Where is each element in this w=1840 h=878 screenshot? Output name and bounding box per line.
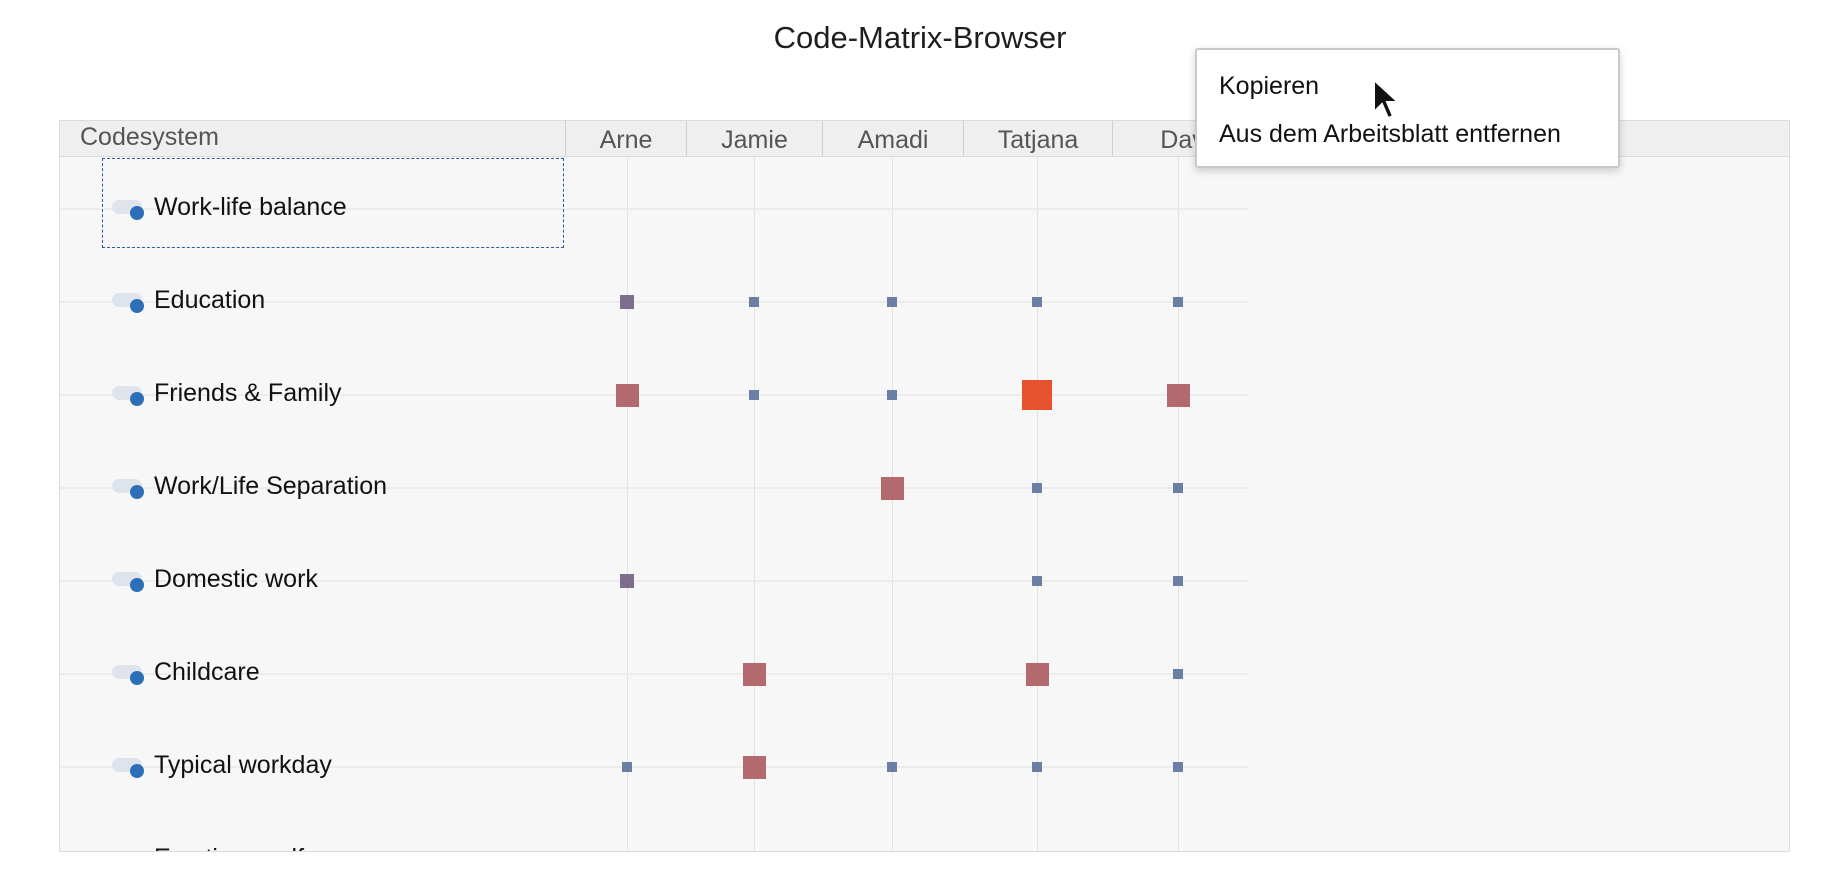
code-icon — [112, 382, 146, 408]
grid-vline — [1178, 157, 1179, 851]
matrix-cell-mid[interactable] — [1166, 383, 1190, 407]
codesystem-column-header[interactable]: Codesystem — [80, 123, 219, 152]
matrix-cell-min[interactable] — [1032, 762, 1042, 772]
code-row-label[interactable]: Typical workday — [154, 751, 332, 780]
matrix-cell-mid[interactable] — [615, 383, 639, 407]
matrix-cell-min[interactable] — [1173, 762, 1183, 772]
code-icon — [112, 568, 146, 594]
matrix-cell-min[interactable] — [749, 390, 759, 400]
code-icon — [112, 754, 146, 780]
menu-item-kopieren[interactable]: Kopieren — [1219, 72, 1319, 101]
matrix-cell-min[interactable] — [887, 762, 897, 772]
matrix-cell-min[interactable] — [1032, 576, 1042, 586]
code-icon — [112, 847, 146, 851]
code-icon — [112, 475, 146, 501]
matrix-cell-min[interactable] — [1173, 483, 1183, 493]
context-menu: Kopieren Aus dem Arbeitsblatt entfernen — [1195, 48, 1620, 168]
grid-vline — [892, 157, 893, 851]
matrix-cell-mid[interactable] — [1025, 662, 1049, 686]
code-icon — [112, 661, 146, 687]
code-row-label[interactable]: Childcare — [154, 658, 260, 687]
matrix-cell-min[interactable] — [1173, 576, 1183, 586]
matrix-cell-min[interactable] — [1173, 669, 1183, 679]
code-row-label[interactable]: Friends & Family — [154, 379, 342, 408]
column-header-amadi[interactable]: Amadi — [822, 121, 963, 156]
code-row-label[interactable]: Work/Life Separation — [154, 472, 387, 501]
code-row-label[interactable]: Emotions self — [154, 844, 304, 851]
matrix-cell-mid[interactable] — [742, 755, 766, 779]
selected-row-focus — [102, 158, 564, 248]
grid-vline — [754, 157, 755, 851]
matrix-cell-low[interactable] — [620, 574, 634, 588]
grid-vline — [627, 157, 628, 851]
column-header-arne[interactable]: Arne — [565, 121, 686, 156]
matrix-cell-max[interactable] — [1022, 380, 1052, 410]
code-icon — [112, 289, 146, 315]
column-header-jamie[interactable]: Jamie — [686, 121, 822, 156]
matrix-cell-low[interactable] — [620, 295, 634, 309]
matrix-cell-min[interactable] — [887, 390, 897, 400]
matrix-cell-min[interactable] — [1032, 297, 1042, 307]
matrix-cell-min[interactable] — [1173, 297, 1183, 307]
matrix-cell-min[interactable] — [887, 297, 897, 307]
code-row-label[interactable]: Education — [154, 286, 265, 315]
matrix-cell-mid[interactable] — [880, 476, 904, 500]
grid-vline — [1037, 157, 1038, 851]
matrix-cell-min[interactable] — [1032, 483, 1042, 493]
column-header-tatjana[interactable]: Tatjana — [963, 121, 1112, 156]
mouse-pointer-icon — [1372, 77, 1404, 127]
code-matrix-panel: Codesystem Arne Jamie Amadi Tatjana Dav Work… — [59, 120, 1790, 852]
code-row-label[interactable]: Domestic work — [154, 565, 318, 594]
matrix-cell-min[interactable] — [622, 762, 632, 772]
matrix-cell-min[interactable] — [749, 297, 759, 307]
matrix-cell-mid[interactable] — [742, 662, 766, 686]
